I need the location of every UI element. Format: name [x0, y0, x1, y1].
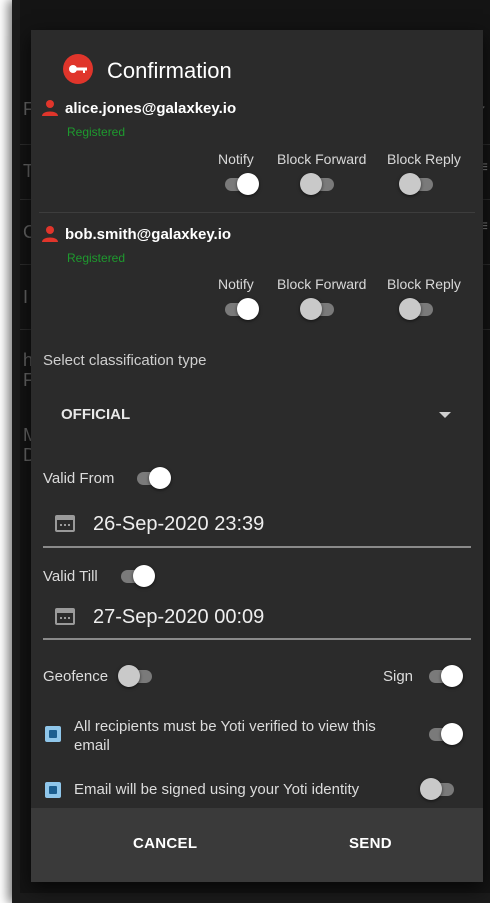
notify-toggle[interactable] — [223, 173, 259, 195]
block-forward-label: Block Forward — [277, 151, 367, 167]
valid-from-date-field[interactable]: 26-Sep-2020 23:39 — [43, 504, 471, 544]
divider — [39, 212, 475, 213]
dropdown-arrow-icon — [439, 412, 451, 418]
recipient-email: alice.jones@galaxkey.io — [65, 100, 237, 117]
block-reply-label: Block Reply — [387, 276, 461, 292]
geofence-label: Geofence — [43, 668, 109, 685]
person-icon — [42, 226, 58, 242]
dialog-header: Confirmation — [31, 30, 483, 88]
valid-till-underline — [43, 638, 471, 640]
block-forward-label: Block Forward — [277, 276, 367, 292]
dialog-title: Confirmation — [107, 58, 232, 83]
valid-till-toggle[interactable] — [119, 565, 155, 587]
valid-from-underline — [43, 546, 471, 548]
yoti-icon — [45, 726, 61, 742]
recipient-status: Registered — [67, 125, 126, 139]
yoti-icon — [45, 782, 61, 798]
calendar-icon — [55, 515, 75, 532]
geofence-toggle[interactable] — [118, 665, 154, 687]
yoti-sign-label: Email will be signed using your Yoti ide… — [74, 781, 360, 798]
cancel-button[interactable]: CANCEL — [133, 835, 197, 852]
valid-till-label: Valid Till — [43, 568, 98, 585]
calendar-icon — [55, 608, 75, 625]
dialog-footer: CANCEL SEND — [31, 808, 483, 882]
background-letter: I — [23, 287, 29, 307]
valid-till-date: 27-Sep-2020 00:09 — [93, 606, 265, 628]
classification-dropdown[interactable]: OFFICIAL — [43, 395, 471, 431]
notify-toggle[interactable] — [223, 298, 259, 320]
recipient-email: bob.smith@galaxkey.io — [65, 226, 232, 243]
yoti-verified-toggle[interactable] — [427, 723, 463, 745]
valid-from-date: 26-Sep-2020 23:39 — [93, 513, 265, 535]
send-button[interactable]: SEND — [349, 835, 392, 852]
block-reply-label: Block Reply — [387, 151, 461, 167]
sign-toggle[interactable] — [427, 665, 463, 687]
yoti-verified-label: All recipients must be Yoti verified to … — [74, 718, 376, 735]
block-reply-toggle[interactable] — [399, 298, 435, 320]
confirmation-dialog: Confirmation alice.jones@galaxkey.io Reg… — [31, 30, 483, 882]
valid-from-label: Valid From — [43, 470, 115, 487]
key-icon — [63, 54, 93, 84]
valid-from-toggle[interactable] — [135, 467, 171, 489]
recipient-status: Registered — [67, 251, 126, 265]
block-forward-toggle[interactable] — [300, 173, 336, 195]
block-reply-toggle[interactable] — [399, 173, 435, 195]
block-forward-toggle[interactable] — [300, 298, 336, 320]
classification-label: Select classification type — [43, 352, 207, 369]
notify-label: Notify — [218, 276, 254, 292]
notify-label: Notify — [218, 151, 254, 167]
valid-till-date-field[interactable]: 27-Sep-2020 00:09 — [43, 597, 471, 637]
classification-value: OFFICIAL — [61, 406, 131, 423]
person-icon — [42, 100, 58, 116]
sign-label: Sign — [383, 668, 414, 685]
yoti-verified-label-line2: email — [74, 737, 110, 754]
yoti-sign-toggle[interactable] — [420, 778, 456, 800]
